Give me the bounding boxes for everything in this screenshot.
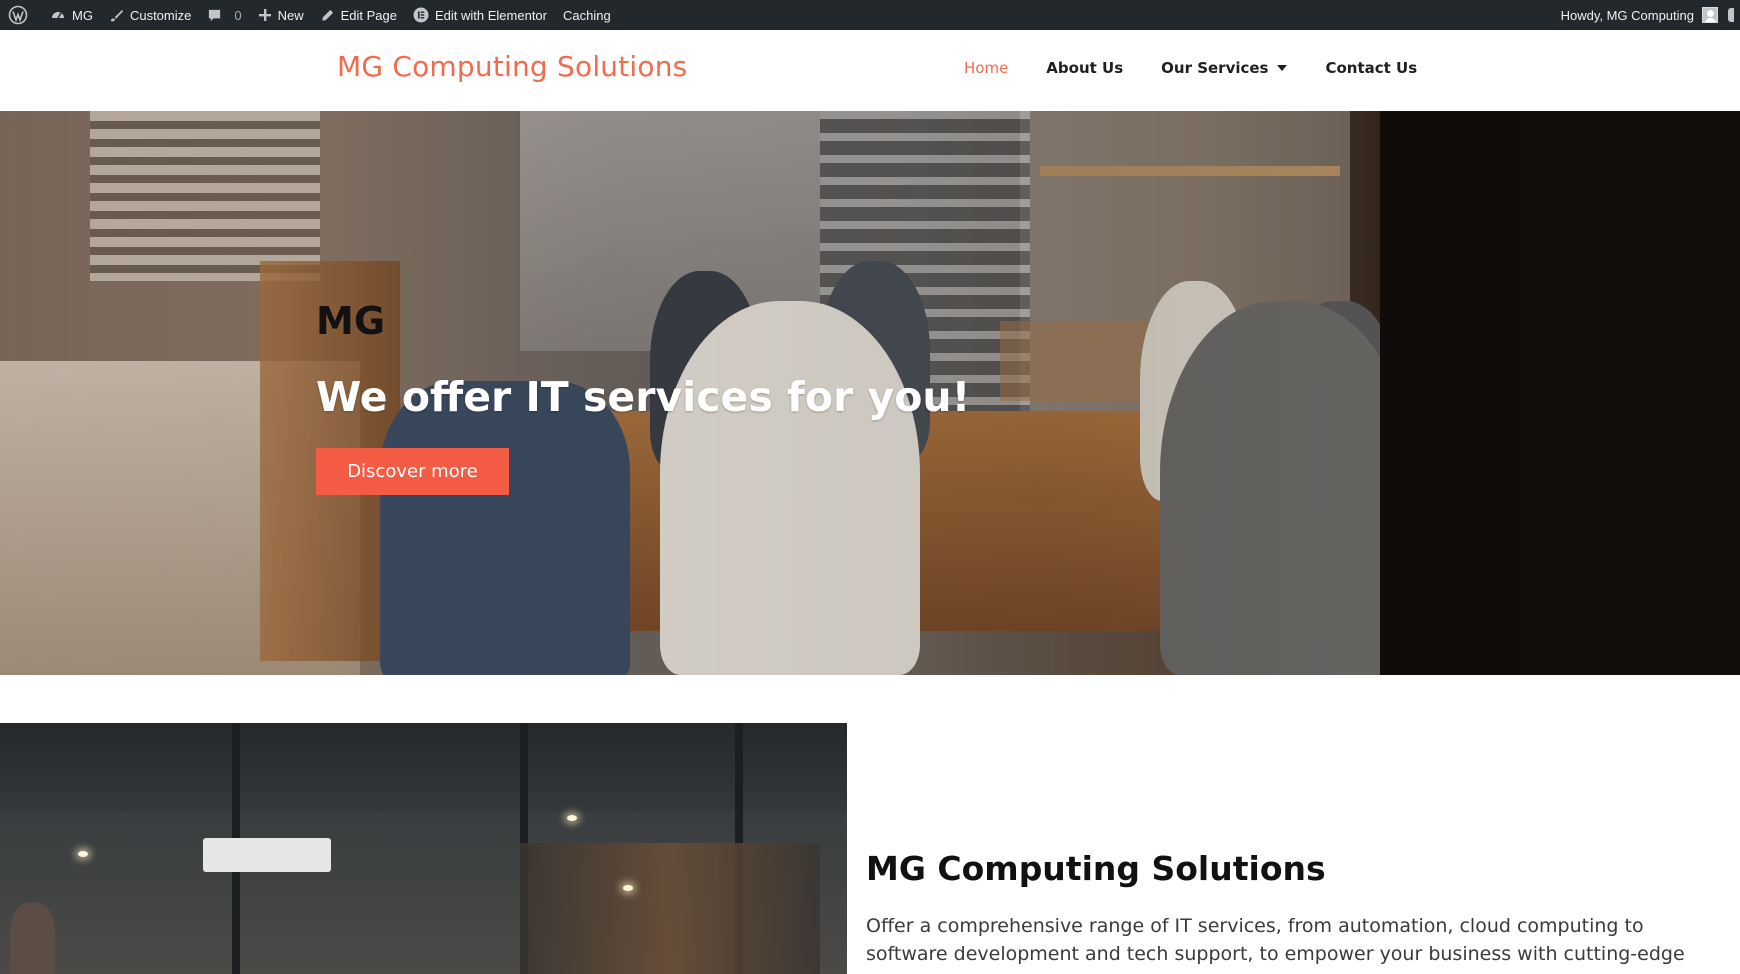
new-label: New <box>277 7 304 23</box>
about-text: Offer a comprehensive range of IT servic… <box>866 915 1685 965</box>
about-title: MG Computing Solutions <box>866 849 1326 888</box>
comment-bubble-icon <box>209 9 221 21</box>
edit-page-label: Edit Page <box>340 7 397 23</box>
paintbrush-icon <box>110 9 124 21</box>
pencil-icon <box>321 9 333 21</box>
about-image-light <box>567 815 577 821</box>
account-menu-button[interactable]: Howdy, MG Computing <box>1553 0 1718 30</box>
about-image-light <box>78 851 88 857</box>
admin-bar-edge-handle <box>1728 8 1734 22</box>
chevron-down-icon <box>1277 65 1288 71</box>
avatar <box>1702 7 1718 23</box>
nav-item-contact-us[interactable]: Contact Us <box>1325 59 1417 77</box>
nav-item-our-services[interactable]: Our Services <box>1161 59 1288 77</box>
wordpress-logo-button[interactable] <box>0 0 42 30</box>
plus-icon <box>258 9 271 21</box>
about-image-light <box>623 885 633 891</box>
new-content-button[interactable]: New <box>250 0 312 30</box>
nav-item-label: Contact Us <box>1325 59 1418 77</box>
wordpress-icon <box>8 5 28 25</box>
hero-title: We offer IT services for you! <box>316 373 971 421</box>
comments-button[interactable]: 0 <box>199 0 249 30</box>
comments-count: 0 <box>234 7 242 23</box>
edit-page-button[interactable]: Edit Page <box>312 0 405 30</box>
about-image <box>0 723 847 974</box>
nav-item-label: Home <box>964 59 1009 77</box>
greeting-label: Howdy, MG Computing <box>1560 7 1694 23</box>
site-name-button[interactable]: MG <box>42 0 101 30</box>
customize-button[interactable]: Customize <box>101 0 199 30</box>
site-header: MG Computing Solutions Home About Us Our… <box>0 30 1740 111</box>
hero-eyebrow: MG <box>316 299 386 343</box>
nav-item-about-us[interactable]: About Us <box>1046 59 1123 77</box>
admin-bar-left: MG Customize 0 New Edit Page Edit with E… <box>0 0 619 30</box>
nav-item-label: Our Services <box>1161 59 1269 77</box>
caching-label: Caching <box>563 7 611 23</box>
caching-button[interactable]: Caching <box>555 0 619 30</box>
hero-section: MG We offer IT services for you! Discove… <box>0 111 1740 675</box>
admin-bar-right: Howdy, MG Computing <box>1553 0 1740 30</box>
site-name-label: MG <box>72 7 93 23</box>
edit-with-elementor-label: Edit with Elementor <box>435 7 547 23</box>
about-image-wall <box>520 843 820 974</box>
edit-with-elementor-button[interactable]: Edit with Elementor <box>405 0 555 30</box>
customize-label: Customize <box>129 7 192 23</box>
dashboard-gauge-icon <box>52 12 64 19</box>
about-image-ac-unit <box>203 838 331 872</box>
elementor-icon <box>413 7 429 23</box>
site-brand-link[interactable]: MG Computing Solutions <box>337 50 687 83</box>
nav-item-label: About Us <box>1046 59 1124 77</box>
discover-more-button[interactable]: Discover more <box>316 448 509 495</box>
main-navigation: Home About Us Our Services Contact Us <box>964 59 1455 77</box>
wp-admin-bar: MG Customize 0 New Edit Page Edit with E… <box>0 0 1740 30</box>
about-image-person <box>10 903 55 974</box>
nav-item-home[interactable]: Home <box>964 59 1008 77</box>
about-image-ceiling <box>0 723 847 813</box>
